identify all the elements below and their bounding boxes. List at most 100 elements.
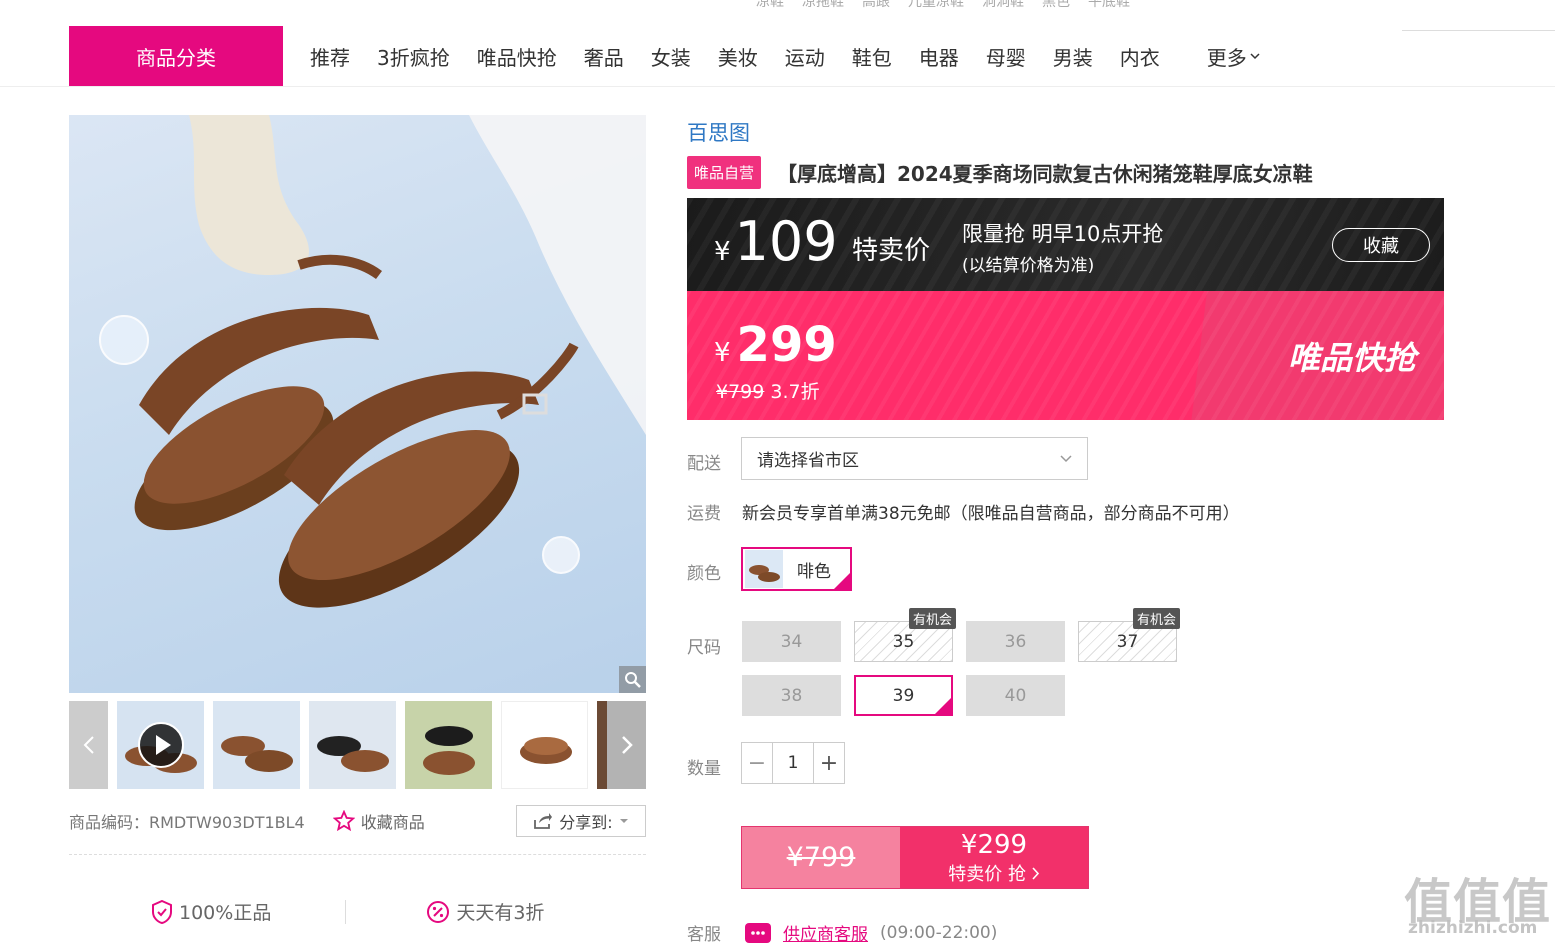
size-option[interactable]: 34 (742, 621, 841, 662)
size-option[interactable]: 38 (742, 675, 841, 716)
size-option-label: 39 (892, 685, 915, 706)
thumbnail[interactable] (405, 701, 492, 789)
hot-link[interactable]: 凉鞋 (756, 0, 784, 11)
color-swatch-image (745, 550, 783, 588)
hot-link[interactable]: 儿童凉鞋 (908, 0, 964, 11)
discount-icon (427, 900, 450, 923)
nav-more-label: 更多 (1206, 45, 1247, 70)
play-icon (138, 722, 184, 768)
size-option-selected[interactable]: 39 (854, 675, 953, 716)
divider (345, 899, 347, 924)
main-nav: 商品分类 推荐 3折疯抢 唯品快抢 奢品 女装 美妆 运动 鞋包 电器 母婴 男… (69, 26, 1287, 86)
nav-item[interactable]: 男装 (1053, 42, 1093, 71)
buy-label: 特卖价 抢 (948, 863, 1026, 885)
share-dropdown[interactable]: 分享到: (516, 805, 646, 837)
favorite-label: 收藏商品 (360, 813, 425, 832)
brand-link[interactable]: 百思图 (687, 117, 750, 147)
collect-button[interactable]: 收藏 (1332, 228, 1430, 262)
buy-old-price-value: ¥799 (786, 842, 856, 873)
thumbnail-image (317, 736, 389, 772)
color-option-label: 啡色 (797, 561, 831, 582)
thumb-next-button[interactable] (607, 701, 646, 789)
nav-item[interactable]: 推荐 (310, 42, 350, 71)
supplier-service-link[interactable]: 供应商客服 (783, 920, 868, 945)
flash-price-panel: ¥ 299 ¥799 3.7折 唯品快抢 (687, 291, 1444, 420)
nav-item[interactable]: 奢品 (584, 42, 624, 71)
nav-item[interactable]: 鞋包 (852, 42, 892, 71)
title-row: 唯品自营 【厚底增高】2024夏季商场同款复古休闲猪笼鞋厚底女凉鞋 (687, 156, 1313, 189)
thumbnail-strip (69, 701, 646, 789)
thumbnail[interactable] (501, 701, 588, 789)
zoom-button[interactable] (619, 666, 646, 693)
flash-price-value: 299 (736, 317, 837, 373)
hot-link[interactable]: 洞洞鞋 (982, 0, 1024, 11)
thumb-prev-button[interactable] (69, 701, 108, 789)
quantity-plus-button[interactable]: + (814, 743, 844, 783)
nav-item[interactable]: 3折疯抢 (377, 42, 450, 71)
size-option[interactable]: 37 有机会 (1078, 608, 1180, 662)
freight-text: 新会员专享首单满38元免邮（限唯品自营商品，部分商品不可用） (742, 504, 1240, 524)
buy-main: ¥299 特卖价 抢 (900, 827, 1088, 888)
product-photo (99, 115, 646, 608)
hot-link[interactable]: 凉拖鞋 (802, 0, 844, 11)
favorite-button[interactable]: 收藏商品 (332, 809, 425, 833)
nav-item[interactable]: 美妆 (718, 42, 758, 71)
quantity-stepper: − 1 + (741, 742, 845, 784)
size-option[interactable]: 35 有机会 (854, 608, 956, 662)
product-meta-row: 商品编码：RMDTW903DT1BL4 收藏商品 分享到: (69, 804, 646, 838)
divider (1402, 30, 1555, 31)
chevron-right-icon (1032, 866, 1039, 880)
product-title: 【厚底增高】2024夏季商场同款复古休闲猪笼鞋厚底女凉鞋 (777, 162, 1313, 186)
nav-item[interactable]: 电器 (919, 42, 959, 71)
product-code: 商品编码：RMDTW903DT1BL4 (69, 813, 305, 832)
freight-label: 运费 (687, 504, 721, 524)
selected-check-icon (834, 573, 850, 589)
guarantee-row: 100%正品 天天有3折 (69, 898, 646, 925)
size-option[interactable]: 40 (966, 675, 1065, 716)
delivery-label: 配送 (687, 454, 721, 474)
selected-check-icon (935, 698, 951, 714)
chevron-left-icon (83, 736, 94, 754)
chance-badge: 有机会 (1132, 608, 1180, 629)
nav-more[interactable]: 更多 (1207, 42, 1260, 71)
original-price: ¥799 (716, 381, 765, 403)
nav-item[interactable]: 内衣 (1120, 42, 1160, 71)
divider (69, 854, 646, 855)
star-icon (332, 810, 355, 832)
size-label: 尺码 (687, 638, 721, 658)
flash-price: ¥ 299 (714, 317, 837, 373)
hot-link[interactable]: 平底鞋 (1088, 0, 1130, 11)
quantity-input[interactable]: 1 (772, 743, 814, 783)
currency-symbol: ¥ (714, 237, 731, 267)
quantity-minus-button[interactable]: − (742, 743, 772, 783)
hot-link[interactable]: 高跟 (862, 0, 890, 11)
thumbnail[interactable] (213, 701, 300, 789)
chevron-down-icon (1250, 53, 1260, 60)
category-button[interactable]: 商品分类 (69, 26, 283, 86)
nav-item[interactable]: 运动 (785, 42, 825, 71)
size-option[interactable]: 36 (966, 621, 1065, 662)
buy-button[interactable]: ¥799 ¥299 特卖价 抢 (741, 826, 1089, 889)
hot-link[interactable]: 黑色 (1042, 0, 1070, 11)
nav-item[interactable]: 母婴 (986, 42, 1026, 71)
buy-old-price: ¥799 (742, 827, 900, 888)
service-label: 客服 (687, 925, 721, 945)
limit-notice: 限量抢 明早10点开抢 (962, 222, 1164, 246)
product-main-image[interactable] (69, 115, 646, 693)
region-select[interactable]: 请选择省市区 (741, 437, 1088, 480)
thumbnail[interactable] (309, 701, 396, 789)
share-icon (534, 813, 553, 829)
buy-label-row: 特卖价 抢 (948, 860, 1039, 886)
zoom-icon (624, 671, 641, 688)
color-option-selected[interactable]: 啡色 (741, 547, 852, 591)
nav-items: 推荐 3折疯抢 唯品快抢 奢品 女装 美妆 运动 鞋包 电器 母婴 男装 内衣 … (310, 42, 1287, 71)
size-option-label: 37 (1116, 631, 1139, 652)
nav-item[interactable]: 女装 (651, 42, 691, 71)
nav-item[interactable]: 唯品快抢 (477, 42, 557, 71)
guarantee-discount: 天天有3折 (426, 898, 544, 925)
customer-service-row: 客服 供应商客服 (09:00-22:00) (687, 920, 997, 945)
guarantee-label: 100%正品 (179, 902, 272, 924)
special-price-value: 109 (734, 210, 838, 273)
share-label: 分享到: (559, 813, 613, 832)
thumbnail-video[interactable] (117, 701, 204, 789)
